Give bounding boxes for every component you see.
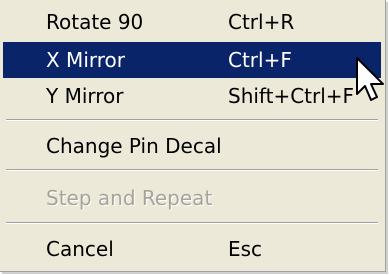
menu-item-label: Step and Repeat (46, 186, 213, 210)
menu-item-y-mirror[interactable]: Y Mirror Shift+Ctrl+F (3, 78, 381, 114)
arrow-cursor-icon (356, 57, 384, 101)
menu-item-shortcut: Esc (228, 237, 263, 261)
context-menu: Rotate 90 Ctrl+R X Mirror Ctrl+F Y Mirro… (0, 0, 386, 272)
menu-separator (6, 169, 378, 171)
menu-item-label: Y Mirror (46, 84, 124, 108)
menu-item-change-pin-decal[interactable]: Change Pin Decal (3, 128, 381, 164)
menu-item-shortcut: Ctrl+F (228, 48, 292, 72)
menu-item-label: X Mirror (46, 48, 125, 72)
menu-separator (6, 119, 378, 121)
menu-item-shortcut: Shift+Ctrl+F (228, 84, 355, 108)
menu-item-x-mirror[interactable]: X Mirror Ctrl+F (3, 42, 381, 78)
menu-item-label: Cancel (46, 237, 114, 261)
menu-item-rotate-90[interactable]: Rotate 90 Ctrl+R (3, 4, 381, 40)
menu-item-step-and-repeat: Step and Repeat (3, 180, 381, 216)
menu-separator (6, 222, 378, 224)
menu-item-label: Rotate 90 (46, 10, 144, 34)
menu-item-shortcut: Ctrl+R (228, 10, 295, 34)
menu-item-label: Change Pin Decal (46, 134, 222, 158)
menu-item-cancel[interactable]: Cancel Esc (3, 231, 381, 267)
